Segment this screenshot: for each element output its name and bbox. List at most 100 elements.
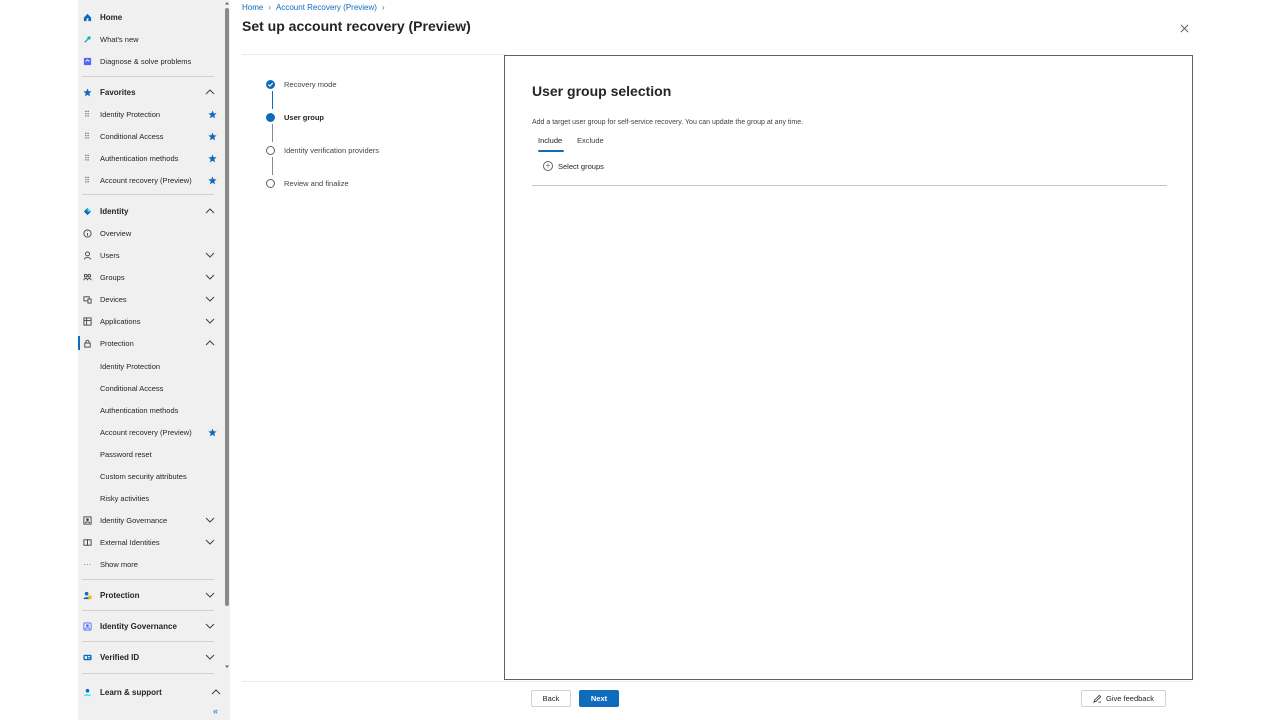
feedback-icon (1093, 694, 1102, 703)
applications-icon (83, 316, 92, 326)
sidebar-favorite-identity-protection[interactable]: ⠿ Identity Protection (78, 103, 222, 125)
info-icon (83, 228, 92, 238)
sidebar-item-label: Protection (100, 338, 134, 348)
sidebar-item-external-identities[interactable]: External Identities (78, 531, 222, 553)
select-groups-button[interactable]: + Select groups (543, 161, 604, 171)
sidebar-favorite-authentication-methods[interactable]: ⠿ Authentication methods (78, 147, 222, 169)
breadcrumb-account-recovery[interactable]: Account Recovery (Preview) (276, 3, 377, 12)
sidebar-section-protection[interactable]: Protection (78, 584, 222, 606)
star-filled-icon[interactable] (206, 152, 218, 164)
empty-circle-icon (266, 145, 275, 155)
divider (82, 194, 214, 195)
sidebar-item-protection[interactable]: Protection (78, 332, 222, 354)
sidebar-favorite-account-recovery[interactable]: ⠿ Account recovery (Preview) (78, 169, 222, 191)
sidebar-item-show-more[interactable]: ··· Show more (78, 553, 222, 575)
sidebar-section-verified-id[interactable]: Verified ID (78, 646, 222, 668)
sidebar-item-overview[interactable]: Overview (78, 222, 222, 244)
sidebar-item-label: Conditional Access (100, 131, 164, 141)
identity-diamond-icon (83, 207, 92, 216)
learn-support-icon (83, 688, 92, 697)
lock-icon (83, 339, 92, 348)
governance-badge-icon (83, 621, 92, 631)
drag-handle-icon[interactable]: ⠿ (84, 110, 90, 119)
chevron-up-icon[interactable] (204, 205, 216, 217)
chevron-down-icon[interactable] (204, 315, 216, 327)
home-icon (83, 13, 92, 22)
sidebar-item-devices[interactable]: Devices (78, 288, 222, 310)
back-button[interactable]: Back (531, 690, 571, 707)
sidebar-item-label: Identity Protection (100, 361, 161, 371)
drag-handle-icon[interactable]: ⠿ (84, 132, 90, 141)
sidebar-item-label: Identity (100, 206, 129, 216)
user-icon (83, 250, 92, 260)
sidebar-subitem-password-reset[interactable]: Password reset (78, 443, 222, 465)
chevron-down-icon[interactable] (204, 651, 216, 663)
step-identity-verification-providers[interactable]: Identity verification providers (266, 143, 379, 157)
breadcrumb-home[interactable]: Home (242, 3, 263, 12)
chevron-up-icon[interactable] (210, 686, 222, 698)
step-user-group[interactable]: User group (266, 110, 324, 124)
sidebar-item-whats-new[interactable]: What's new (78, 28, 222, 50)
sidebar-subitem-risky-activities[interactable]: Risky activities (78, 487, 222, 509)
step-label: Review and finalize (284, 178, 349, 188)
sidebar-item-label: Learn & support (100, 687, 162, 697)
sidebar-item-applications[interactable]: Applications (78, 310, 222, 332)
drag-handle-icon[interactable]: ⠿ (84, 154, 90, 163)
chevron-down-icon[interactable] (204, 620, 216, 632)
chevron-down-icon[interactable] (204, 514, 216, 526)
sidebar-identity-header[interactable]: Identity (78, 200, 222, 222)
step-review-and-finalize[interactable]: Review and finalize (266, 176, 349, 190)
sidebar-subitem-account-recovery[interactable]: Account recovery (Preview) (78, 421, 222, 443)
sidebar-item-home[interactable]: Home (78, 6, 222, 28)
sidebar-learn-support[interactable]: Learn & support (78, 681, 228, 703)
section-description: Add a target user group for self-service… (532, 119, 804, 126)
chevron-down-icon[interactable] (204, 536, 216, 548)
sidebar-item-diagnose[interactable]: Diagnose & solve problems (78, 50, 222, 72)
sidebar-subitem-authentication-methods[interactable]: Authentication methods (78, 399, 222, 421)
check-circle-icon (266, 79, 275, 89)
chevron-down-icon[interactable] (204, 249, 216, 261)
divider (82, 579, 214, 580)
sidebar-favorites-header[interactable]: Favorites (78, 81, 222, 103)
star-filled-icon[interactable] (206, 130, 218, 142)
protection-person-icon (83, 591, 92, 600)
step-label: User group (284, 112, 325, 122)
star-filled-icon[interactable] (206, 174, 218, 186)
sidebar-item-users[interactable]: Users (78, 244, 222, 266)
collapse-sidebar-icon[interactable]: « (213, 706, 218, 716)
step-recovery-mode[interactable]: Recovery mode (266, 77, 337, 91)
give-feedback-button[interactable]: Give feedback (1081, 690, 1166, 707)
governance-icon (83, 515, 92, 525)
sidebar-item-groups[interactable]: Groups (78, 266, 222, 288)
star-filled-icon[interactable] (206, 108, 218, 120)
divider (82, 76, 214, 77)
sidebar-section-identity-governance[interactable]: Identity Governance (78, 615, 222, 637)
step-connector (272, 124, 273, 142)
star-icon (83, 87, 92, 97)
chevron-down-icon[interactable] (204, 293, 216, 305)
next-button[interactable]: Next (579, 690, 619, 707)
chevron-up-icon[interactable] (204, 337, 216, 349)
star-filled-icon[interactable] (206, 426, 218, 438)
sidebar-item-label: Diagnose & solve problems (100, 56, 192, 66)
sidebar-favorite-conditional-access[interactable]: ⠿ Conditional Access (78, 125, 222, 147)
devices-icon (83, 295, 92, 304)
step-label: Recovery mode (284, 79, 337, 89)
close-button[interactable] (1176, 20, 1192, 36)
chevron-down-icon[interactable] (204, 589, 216, 601)
chevron-down-icon[interactable] (204, 271, 216, 283)
sidebar-subitem-conditional-access[interactable]: Conditional Access (78, 377, 222, 399)
select-groups-label: Select groups (558, 161, 604, 171)
drag-handle-icon[interactable]: ⠿ (84, 176, 90, 185)
chevron-up-icon[interactable] (204, 86, 216, 98)
step-connector (272, 157, 273, 175)
more-options-icon[interactable]: ··· (459, 19, 469, 30)
sidebar-scrollbar-thumb[interactable] (225, 8, 229, 606)
sidebar-item-identity-governance[interactable]: Identity Governance (78, 509, 222, 531)
empty-circle-icon (266, 178, 275, 188)
tab-exclude[interactable]: Exclude (577, 136, 604, 152)
sidebar-subitem-custom-security-attributes[interactable]: Custom security attributes (78, 465, 222, 487)
divider (82, 610, 214, 611)
sidebar-subitem-identity-protection[interactable]: Identity Protection (78, 355, 222, 377)
step-label: Identity verification providers (284, 145, 380, 155)
